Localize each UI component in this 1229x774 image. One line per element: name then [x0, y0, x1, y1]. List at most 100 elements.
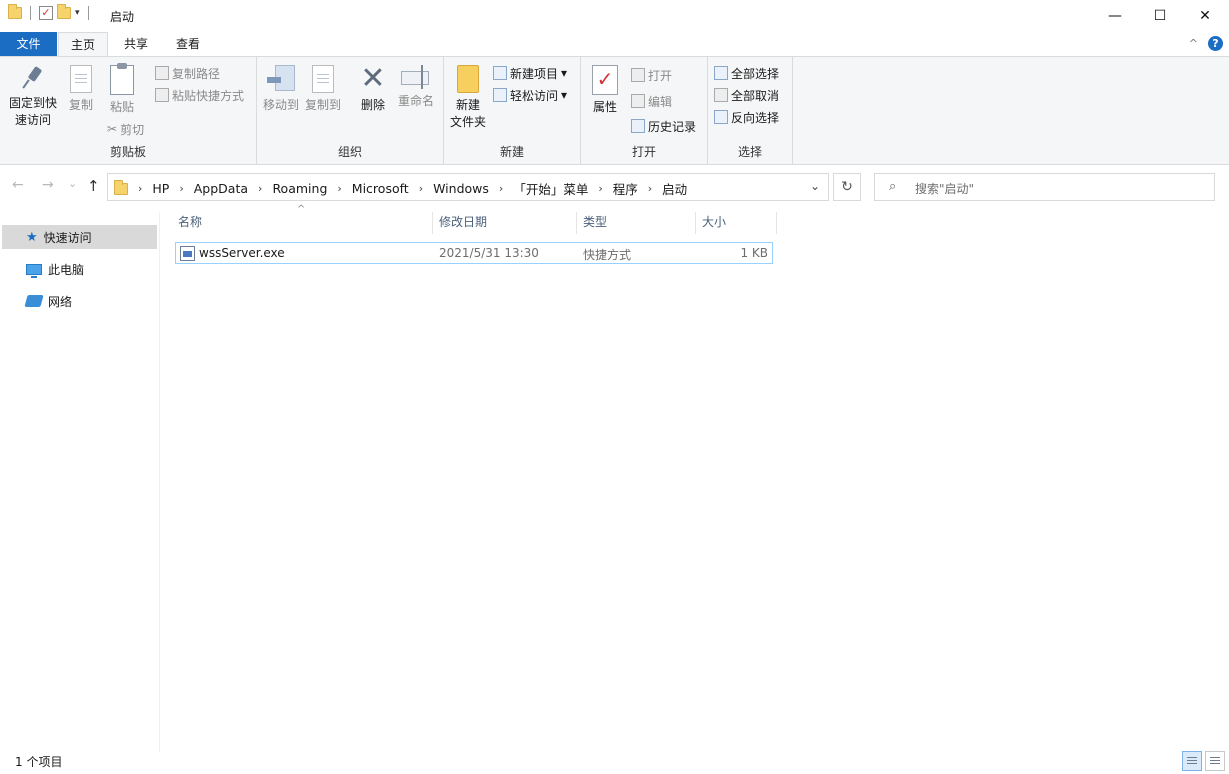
- breadcrumb-separator[interactable]: ›: [258, 182, 262, 195]
- properties-button[interactable]: ✓ 属性: [587, 65, 623, 116]
- delete-icon: ✕: [360, 61, 386, 96]
- back-button[interactable]: ←: [12, 177, 24, 193]
- pin-icon: [20, 65, 46, 91]
- ribbon-collapse-icon[interactable]: ^: [1189, 37, 1198, 50]
- close-button[interactable]: ✕: [1182, 0, 1228, 32]
- address-dropdown-icon[interactable]: ⌄: [810, 179, 820, 193]
- breadcrumb-item[interactable]: Microsoft: [352, 181, 409, 196]
- breadcrumb-separator[interactable]: ›: [419, 182, 423, 195]
- nav-item-quick-access[interactable]: ★ 快速访问: [2, 225, 157, 249]
- breadcrumb-item[interactable]: Roaming: [272, 181, 327, 196]
- paste-shortcut-label: 粘贴快捷方式: [172, 88, 245, 103]
- breadcrumb-separator[interactable]: ›: [499, 182, 503, 195]
- window-title: 启动: [110, 10, 135, 24]
- file-type: 快捷方式: [583, 248, 632, 262]
- maximize-button[interactable]: ☐: [1137, 0, 1183, 32]
- quick-access-toolbar: ✓ ▾: [8, 4, 93, 20]
- new-folder-label-1: 新建: [455, 98, 480, 112]
- large-icons-view-button[interactable]: [1205, 751, 1225, 771]
- column-header-size[interactable]: 大小: [696, 212, 777, 234]
- column-header-name[interactable]: 名称: [172, 212, 433, 234]
- breadcrumb-item[interactable]: 「开始」菜单: [513, 179, 588, 198]
- new-item-button[interactable]: 新建项目 ▾: [493, 63, 567, 83]
- open-button[interactable]: 打开: [631, 65, 672, 85]
- breadcrumb-separator[interactable]: ›: [138, 182, 142, 195]
- copy-icon: [70, 65, 92, 93]
- properties-label: 属性: [592, 100, 617, 114]
- nav-item-label: 网络: [48, 294, 73, 309]
- history-button[interactable]: 历史记录: [631, 116, 696, 136]
- rename-label: 重命名: [397, 94, 434, 108]
- help-icon[interactable]: ?: [1208, 36, 1223, 51]
- search-input[interactable]: ⌕ 搜索"启动": [874, 173, 1215, 201]
- edit-label: 编辑: [648, 94, 673, 109]
- qat-divider: [87, 6, 89, 20]
- breadcrumb-item[interactable]: HP: [152, 181, 169, 196]
- copy-to-button[interactable]: 复制到: [303, 65, 343, 114]
- new-folder-button[interactable]: 新建 文件夹: [448, 65, 488, 131]
- up-button[interactable]: ↑: [87, 177, 100, 195]
- copy-path-button[interactable]: 复制路径: [155, 63, 220, 83]
- file-row[interactable]: wssServer.exe 2021/5/31 13:30 快捷方式 1 KB: [175, 242, 773, 264]
- breadcrumb: › HP › AppData › Roaming › Microsoft › W…: [114, 179, 687, 198]
- paste-button[interactable]: 粘贴: [105, 63, 139, 116]
- file-name-cell: wssServer.exe: [180, 246, 285, 261]
- breadcrumb-separator[interactable]: ›: [598, 182, 602, 195]
- nav-item-network[interactable]: 网络: [2, 289, 157, 313]
- easy-access-button[interactable]: 轻松访问 ▾: [493, 85, 567, 105]
- breadcrumb-separator[interactable]: ›: [179, 182, 183, 195]
- ribbon: 固定到快 速访问 复制 粘贴 复制路径 粘贴快捷方式 ✂ 剪切 剪贴板 移动到: [0, 56, 1229, 165]
- new-group: 新建 文件夹 新建项目 ▾ 轻松访问 ▾ 新建: [444, 57, 581, 164]
- tab-share[interactable]: 共享: [113, 32, 159, 56]
- delete-button[interactable]: ✕ 删除: [355, 61, 391, 114]
- minimize-button[interactable]: —: [1092, 0, 1138, 32]
- move-to-button[interactable]: 移动到: [261, 65, 301, 114]
- column-header-type[interactable]: 类型: [577, 212, 696, 234]
- history-label: 历史记录: [648, 119, 697, 134]
- invert-selection-icon: [714, 110, 728, 124]
- copy-path-label: 复制路径: [172, 66, 221, 81]
- breadcrumb-separator[interactable]: ›: [337, 182, 341, 195]
- properties-qat-icon[interactable]: ✓: [39, 6, 53, 20]
- select-none-button[interactable]: 全部取消: [714, 85, 779, 105]
- details-view-button[interactable]: [1182, 751, 1202, 771]
- breadcrumb-item[interactable]: 启动: [662, 179, 687, 198]
- column-header-modified[interactable]: 修改日期: [433, 212, 577, 234]
- qat-customize-dropdown[interactable]: ▾: [75, 8, 80, 18]
- copy-to-icon: [312, 65, 334, 93]
- qat-divider: [30, 6, 31, 20]
- copy-label: 复制: [68, 98, 93, 112]
- organize-group: 移动到 复制到 ✕ 删除 重命名 组织: [257, 57, 444, 164]
- navigation-pane: ★ 快速访问 此电脑 网络: [0, 212, 160, 752]
- new-folder-qat-icon[interactable]: [57, 4, 71, 19]
- breadcrumb-item[interactable]: 程序: [613, 179, 638, 198]
- breadcrumb-separator[interactable]: ›: [648, 182, 652, 195]
- cut-button[interactable]: ✂ 剪切: [107, 119, 144, 139]
- copy-button[interactable]: 复制: [64, 65, 98, 114]
- refresh-button[interactable]: ↻: [833, 173, 861, 201]
- nav-item-this-pc[interactable]: 此电脑: [2, 257, 157, 281]
- invert-selection-button[interactable]: 反向选择: [714, 107, 779, 127]
- breadcrumb-item[interactable]: AppData: [194, 181, 248, 196]
- tab-file[interactable]: 文件: [0, 32, 57, 56]
- file-name: wssServer.exe: [199, 246, 285, 260]
- address-bar[interactable]: › HP › AppData › Roaming › Microsoft › W…: [107, 173, 829, 201]
- forward-button[interactable]: →: [42, 177, 54, 193]
- recent-locations-button[interactable]: ⌄: [68, 177, 77, 190]
- edit-button[interactable]: 编辑: [631, 91, 672, 111]
- breadcrumb-item[interactable]: Windows: [433, 181, 489, 196]
- rename-button[interactable]: 重命名: [395, 65, 437, 110]
- new-folder-icon: [457, 65, 479, 93]
- chevron-down-icon: ▾: [561, 66, 568, 80]
- title-bar: ✓ ▾ 启动 — ☐ ✕: [0, 0, 1229, 32]
- select-none-icon: [714, 88, 728, 102]
- pin-quick-access-button[interactable]: 固定到快 速访问: [6, 65, 60, 129]
- tab-view[interactable]: 查看: [165, 32, 211, 56]
- paste-shortcut-button[interactable]: 粘贴快捷方式: [155, 85, 244, 105]
- move-to-label: 移动到: [262, 98, 299, 112]
- pin-label-line2: 速访问: [14, 113, 51, 127]
- tab-home[interactable]: 主页: [58, 32, 108, 56]
- new-item-icon: [493, 66, 507, 80]
- clipboard-group-label: 剪贴板: [109, 145, 146, 159]
- select-all-button[interactable]: 全部选择: [714, 63, 779, 83]
